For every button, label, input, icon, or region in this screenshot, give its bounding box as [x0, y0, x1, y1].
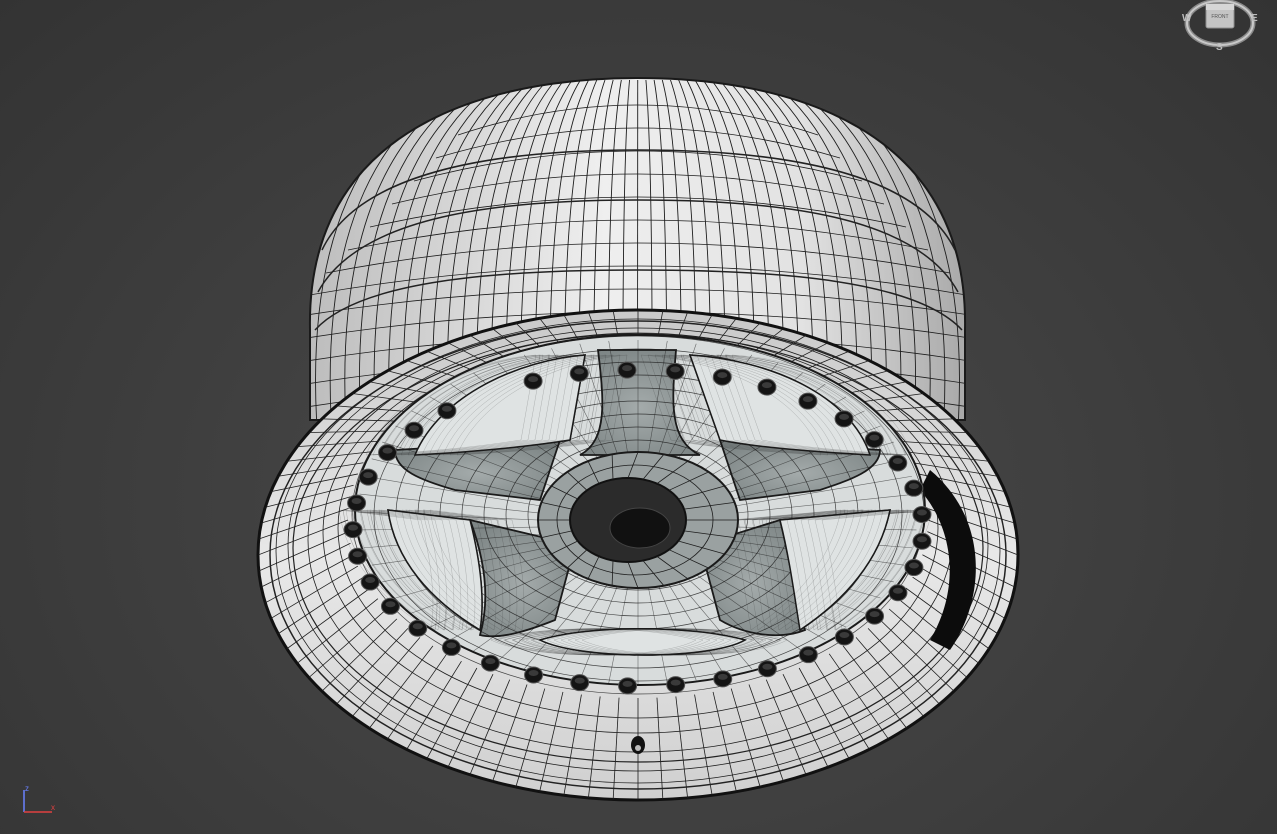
rim-bolt: [864, 431, 884, 449]
rim-bolt: [570, 674, 590, 692]
rim-bolt: [437, 402, 457, 420]
axis-x-label: x: [51, 803, 55, 812]
rim-bolt: [713, 670, 733, 688]
rim-bolt: [404, 421, 424, 439]
viewcube[interactable]: FRONT W E S: [1180, 0, 1262, 56]
rim-bolt: [347, 494, 367, 512]
rim-bolt: [666, 676, 686, 694]
rim-bolt: [865, 607, 885, 625]
rim-bolt: [757, 378, 777, 396]
rim-bolt: [480, 654, 500, 672]
rim-bolt: [834, 628, 854, 646]
rim-bolt: [912, 532, 932, 550]
rim-bolt: [408, 619, 428, 637]
rim-bolt: [834, 410, 854, 428]
rim-bolt: [378, 444, 398, 462]
rim-bolt: [798, 646, 818, 664]
rim-bolt: [798, 392, 818, 410]
rim-bolt: [348, 547, 368, 565]
rim-bolt: [380, 597, 400, 615]
valve-stem: [631, 736, 645, 754]
compass-south-label[interactable]: S: [1216, 42, 1223, 53]
rim-bolt: [888, 584, 908, 602]
viewcube-face-label: FRONT: [1211, 14, 1229, 20]
axis-tripod: z x: [18, 784, 60, 816]
rim-bolt: [712, 368, 732, 386]
rim-bolt: [441, 638, 461, 656]
rim-bolt: [617, 361, 637, 379]
rim-bolt: [343, 521, 363, 539]
rim-bolt: [888, 454, 908, 472]
rim-bolt: [757, 660, 777, 678]
rim-bolt: [665, 362, 685, 380]
rim-bolt: [912, 506, 932, 524]
rim-bolt: [523, 372, 543, 390]
rim-bolt: [524, 666, 544, 684]
rim-bolt: [360, 573, 380, 591]
rim-bolt: [569, 364, 589, 382]
axis-z-label: z: [25, 784, 29, 793]
viewport-perspective[interactable]: FRONT W E S z x: [0, 0, 1277, 834]
rim-bolt: [904, 559, 924, 577]
compass-west-label[interactable]: W: [1182, 13, 1191, 24]
wheel-model[interactable]: [0, 0, 1277, 834]
rim-bolt: [358, 468, 378, 486]
rim-bolt: [904, 479, 924, 497]
compass-east-label[interactable]: E: [1251, 13, 1258, 24]
rim-bolt: [618, 677, 638, 695]
